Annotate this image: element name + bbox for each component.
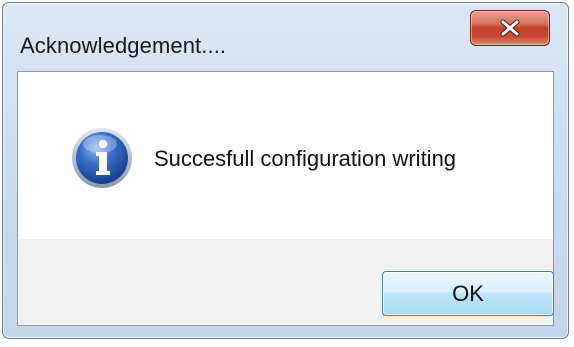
title-bar[interactable]: Acknowledgement.... <box>3 3 568 71</box>
dialog-title: Acknowledgement.... <box>20 33 227 58</box>
close-icon <box>499 19 521 37</box>
message-dialog: Acknowledgement.... Succesfull configura… <box>2 2 569 339</box>
ok-button[interactable]: OK <box>382 271 554 316</box>
close-button[interactable] <box>470 10 550 46</box>
info-icon <box>70 126 134 190</box>
dialog-body: Succesfull configuration writing OK <box>17 71 554 326</box>
message-area: Succesfull configuration writing <box>18 72 553 239</box>
dialog-message: Succesfull configuration writing <box>154 146 457 171</box>
